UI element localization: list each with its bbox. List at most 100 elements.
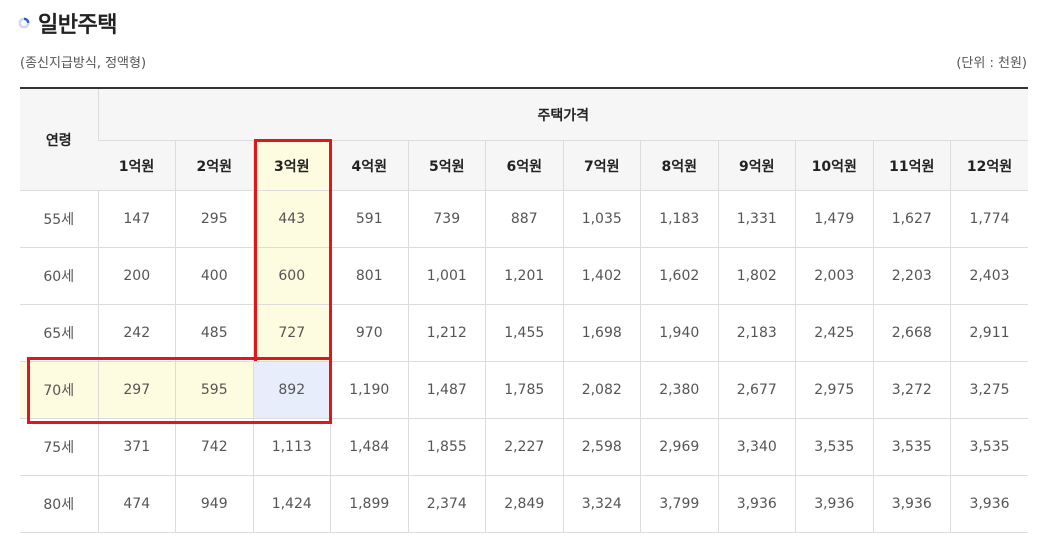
price-column-header: 7억원 — [562, 140, 641, 191]
payment-cell: 1,455 — [485, 304, 563, 362]
payment-cell: 1,201 — [485, 247, 563, 305]
payment-cell: 1,001 — [407, 247, 486, 305]
payment-type-note: (종신지급방식, 정액형) — [20, 56, 147, 71]
payment-cell: 1,855 — [407, 418, 486, 476]
payment-cell: 1,183 — [640, 190, 718, 248]
payment-cell: 2,403 — [950, 247, 1028, 305]
payment-cell: 295 — [175, 190, 253, 248]
price-column-header: 10억원 — [795, 140, 873, 191]
payment-cell: 200 — [97, 247, 176, 305]
payment-cell: 3,799 — [640, 475, 718, 533]
payment-cell: 147 — [97, 190, 176, 248]
price-column-header: 6억원 — [485, 140, 563, 191]
payment-cell: 2,082 — [562, 361, 641, 419]
price-column-header: 1억원 — [98, 140, 176, 191]
payment-cell: 887 — [485, 190, 563, 248]
age-cell: 55세 — [20, 190, 98, 248]
payment-cell: 2,380 — [640, 361, 718, 419]
table-row: 75세 371 742 1,113 1,484 1,855 2,227 2,598 2,969 3… — [20, 418, 1028, 476]
payment-cell: 1,627 — [872, 190, 951, 248]
payment-cell: 727 — [252, 304, 331, 362]
payment-cell: 2,975 — [795, 361, 873, 419]
payment-cell: 2,425 — [795, 304, 873, 362]
payment-cell: 591 — [330, 190, 408, 248]
payment-cell: 3,936 — [717, 475, 796, 533]
house-price-header: 주택가격 — [97, 88, 1028, 141]
payment-cell: 3,936 — [950, 475, 1028, 533]
payment-cell: 739 — [407, 190, 486, 248]
payment-cell: 1,113 — [252, 418, 331, 476]
payment-cell: 3,535 — [795, 418, 873, 476]
payment-cell: 1,035 — [562, 190, 641, 248]
payment-cell: 1,899 — [330, 475, 408, 533]
page-title: 일반주택 — [38, 13, 117, 38]
payment-cell: 1,698 — [562, 304, 641, 362]
payment-cell: 1,774 — [950, 190, 1028, 248]
table-row: 60세 200 400 600 801 1,001 1,201 1,402 1,602 1,802… — [20, 247, 1028, 305]
page-header: 일반주택 — [18, 6, 117, 40]
payment-cell: 1,785 — [485, 361, 563, 419]
age-cell: 65세 — [20, 304, 98, 362]
price-column-header: 11억원 — [872, 140, 951, 191]
payment-cell: 3,275 — [950, 361, 1028, 419]
monthly-payment-table: 연령 주택가격 1억원 2억원 3억원 4억원 5억원 6억원 7억원 8억원 9억원 10억원 1… — [20, 87, 1028, 533]
payment-cell: 3,936 — [872, 475, 951, 533]
age-cell: 75세 — [20, 418, 98, 476]
payment-cell: 2,003 — [795, 247, 873, 305]
payment-cell: 443 — [252, 190, 331, 248]
price-column-header: 5억원 — [407, 140, 486, 191]
age-column-header: 연령 — [20, 88, 98, 191]
unit-note: (단위 : 천원) — [956, 56, 1027, 71]
payment-cell: 1,802 — [717, 247, 796, 305]
payment-cell: 2,911 — [950, 304, 1028, 362]
table-row: 55세 147 295 443 591 739 887 1,035 1,183 1,331 1,47… — [20, 190, 1028, 248]
payment-cell: 1,331 — [717, 190, 796, 248]
payment-cell: 1,402 — [562, 247, 641, 305]
age-cell: 70세 — [20, 361, 98, 419]
payment-cell: 3,272 — [872, 361, 951, 419]
table-header-row: 연령 주택가격 — [20, 88, 1028, 191]
payment-cell: 2,849 — [485, 475, 563, 533]
table-body: 55세 147 295 443 591 739 887 1,035 1,183 1,331 1,47… — [20, 190, 1028, 533]
payment-cell: 1,602 — [640, 247, 718, 305]
price-column-header: 4억원 — [330, 140, 408, 191]
payment-cell: 3,535 — [950, 418, 1028, 476]
payment-cell: 242 — [97, 304, 176, 362]
price-column-header: 2억원 — [175, 140, 253, 191]
payment-cell: 2,203 — [872, 247, 951, 305]
payment-cell: 892 — [252, 361, 331, 419]
age-cell: 60세 — [20, 247, 98, 305]
payment-cell: 3,936 — [795, 475, 873, 533]
table-row: 65세 242 485 727 970 1,212 1,455 1,698 1,940 2,183… — [20, 304, 1028, 362]
price-columns-row: 1억원 2억원 3억원 4억원 5억원 6억원 7억원 8억원 9억원 10억원 11억원 12억원 — [20, 140, 1028, 191]
table-row: 80세 474 949 1,424 1,899 2,374 2,849 3,324 3,799 3… — [20, 475, 1028, 533]
price-column-header: 12억원 — [950, 140, 1028, 191]
payment-cell: 949 — [175, 475, 253, 533]
payment-cell: 2,969 — [640, 418, 718, 476]
payment-cell: 2,598 — [562, 418, 641, 476]
price-column-header: 3억원 — [252, 140, 331, 191]
payment-cell: 3,535 — [872, 418, 951, 476]
payment-cell: 1,479 — [795, 190, 873, 248]
payment-cell: 1,424 — [252, 475, 331, 533]
age-cell: 80세 — [20, 475, 98, 533]
payment-cell: 400 — [175, 247, 253, 305]
payment-cell: 801 — [330, 247, 408, 305]
payment-cell: 2,374 — [407, 475, 486, 533]
blue-circle-bullet-icon — [18, 17, 30, 29]
payment-cell: 2,183 — [717, 304, 796, 362]
payment-cell: 2,227 — [485, 418, 563, 476]
price-column-header: 8억원 — [640, 140, 718, 191]
payment-cell: 595 — [175, 361, 253, 419]
payment-cell: 474 — [97, 475, 176, 533]
payment-cell: 970 — [330, 304, 408, 362]
payment-cell: 371 — [97, 418, 176, 476]
payment-cell: 1,212 — [407, 304, 486, 362]
payment-cell: 1,484 — [330, 418, 408, 476]
payment-cell: 3,340 — [717, 418, 796, 476]
payment-cell: 600 — [252, 247, 331, 305]
payment-cell: 1,190 — [330, 361, 408, 419]
payment-cell: 2,668 — [872, 304, 951, 362]
payment-cell: 485 — [175, 304, 253, 362]
payment-cell: 2,677 — [717, 361, 796, 419]
